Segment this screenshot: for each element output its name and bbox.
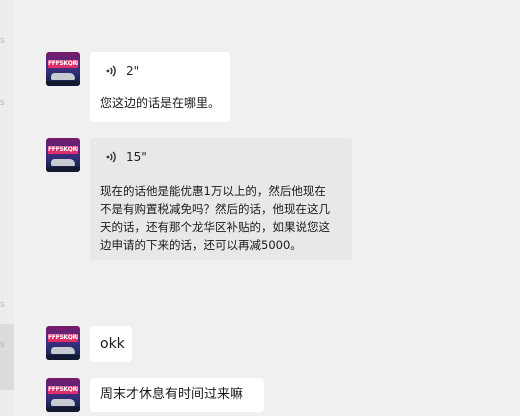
voice-duration: 15"	[126, 150, 147, 164]
sidebar-mark: s	[0, 340, 5, 350]
message-text: 周末才休息有时间过来嘛	[100, 387, 244, 402]
avatar-banner-text: FFFSKQREE	[48, 146, 78, 154]
voice-transcript: 现在的话他是能优惠1万以上的，然后他现在 不是有购置税减免吗？然后的话，他现在这…	[100, 184, 330, 252]
avatar-ground	[46, 167, 80, 172]
avatar-banner-text: FFFSKQREE	[48, 386, 78, 394]
avatar-ground	[46, 355, 80, 360]
voice-player[interactable]: 2"	[104, 62, 139, 80]
voice-transcript: 您这边的话是在哪里。	[100, 96, 221, 110]
avatar-ground	[46, 407, 80, 412]
avatar-car-shape	[51, 347, 75, 354]
sidebar-mark: s	[0, 36, 5, 46]
sidebar-mark: s	[0, 300, 5, 310]
avatar[interactable]: FFFSKQREE	[46, 52, 80, 86]
sidebar-mark: s	[0, 98, 5, 108]
avatar-banner-text: FFFSKQREE	[48, 60, 78, 68]
avatar-car-shape	[51, 159, 75, 166]
text-message-bubble[interactable]: okk	[90, 326, 132, 362]
sidebar-edge: s s s s	[0, 0, 14, 416]
voice-player[interactable]: 15"	[104, 148, 147, 166]
message-text: okk	[100, 336, 125, 352]
voice-message-bubble[interactable]: 15" 现在的话他是能优惠1万以上的，然后他现在 不是有购置税减免吗？然后的话，…	[90, 138, 352, 260]
avatar-car-shape	[51, 73, 75, 80]
voice-message-bubble[interactable]: 2" 您这边的话是在哪里。	[90, 52, 230, 122]
voice-icon	[104, 63, 120, 79]
text-message-bubble[interactable]: 周末才休息有时间过来嘛	[90, 378, 264, 412]
avatar-ground	[46, 81, 80, 86]
sidebar-selected-item[interactable]	[0, 324, 14, 390]
avatar-banner-text: FFFSKQREE	[48, 334, 78, 342]
avatar[interactable]: FFFSKQREE	[46, 326, 80, 360]
avatar[interactable]: FFFSKQREE	[46, 378, 80, 412]
voice-icon	[104, 149, 120, 165]
avatar[interactable]: FFFSKQREE	[46, 138, 80, 172]
voice-duration: 2"	[126, 64, 140, 78]
avatar-car-shape	[51, 399, 75, 406]
